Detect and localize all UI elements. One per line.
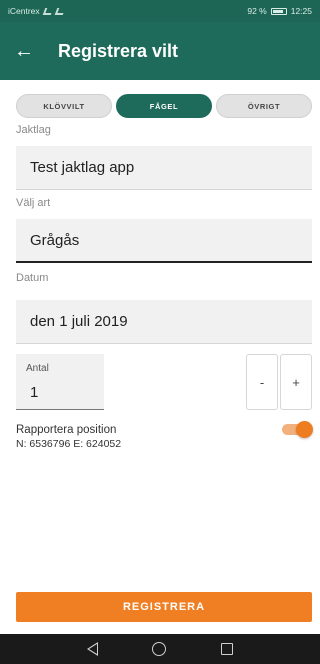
datum-label: Datum <box>16 272 49 284</box>
segment-klovvilt[interactable]: KLÖVVILT <box>16 94 112 118</box>
category-segmented-control: KLÖVVILT FÅGEL ÖVRIGT <box>16 94 312 118</box>
art-label: Välj art <box>16 197 51 209</box>
signal-icon <box>42 7 53 15</box>
page-title: Registrera vilt <box>58 40 179 61</box>
antal-label: Antal <box>26 363 49 374</box>
wifi-icon <box>54 7 65 15</box>
art-select[interactable]: Grågås <box>16 219 312 263</box>
antal-field[interactable]: Antal 1 <box>16 354 104 410</box>
datum-field[interactable]: den 1 juli 2019 <box>16 300 312 344</box>
jaktlag-label: Jaktlag <box>16 124 51 136</box>
carrier-text: iCentrex <box>8 6 40 16</box>
increment-button[interactable]: + <box>280 354 312 410</box>
nav-recents-icon[interactable] <box>220 643 233 655</box>
clock: 12:25 <box>290 6 312 16</box>
segment-fagel[interactable]: FÅGEL <box>116 94 212 118</box>
nav-back-icon[interactable] <box>87 642 99 656</box>
position-label: Rapportera position <box>16 424 117 436</box>
battery-icon <box>270 7 287 15</box>
battery-text: 92 % <box>247 6 267 16</box>
app-bar: ← Registrera vilt <box>0 22 320 80</box>
segment-ovrigt[interactable]: ÖVRIGT <box>216 94 312 118</box>
registrera-button[interactable]: REGISTRERA <box>16 592 312 622</box>
arrow-left-icon[interactable]: ← <box>14 41 48 61</box>
position-coords: N: 6536796 E: 624052 <box>16 438 122 450</box>
system-nav-bar <box>0 634 320 664</box>
antal-value: 1 <box>30 384 39 401</box>
position-toggle[interactable] <box>282 420 313 438</box>
decrement-button[interactable]: - <box>246 354 278 410</box>
jaktlag-select[interactable]: Test jaktlag app <box>16 146 312 190</box>
toggle-thumb <box>296 421 313 438</box>
status-bar: iCentrex 92 % 12:25 <box>0 0 320 22</box>
nav-home-icon[interactable] <box>152 642 167 656</box>
